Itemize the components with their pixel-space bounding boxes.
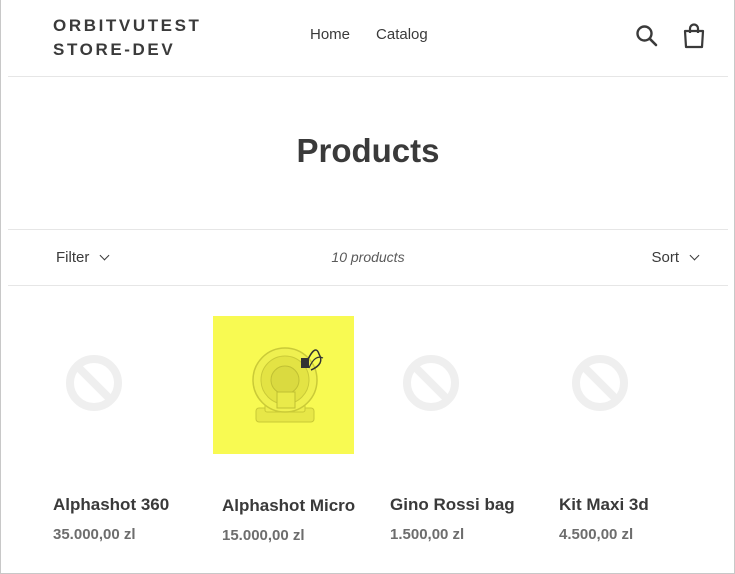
collection-header: Products (8, 77, 728, 230)
no-image-placeholder-icon (403, 355, 459, 411)
product-image[interactable] (53, 316, 195, 454)
product-price: 4.500,00 zl (559, 526, 634, 543)
sort-label: Sort (651, 249, 679, 266)
store-name-line2[interactable]: STORE-DEV (53, 38, 202, 62)
search-button[interactable] (635, 24, 659, 48)
site-header: ORBITVUTEST STORE-DEV Home Catalog (8, 0, 728, 77)
camera-device-image (252, 347, 324, 423)
product-count: 10 products (331, 249, 405, 265)
product-price: 1.500,00 zl (390, 526, 465, 543)
store-logo[interactable]: ORBITVUTEST STORE-DEV (53, 14, 202, 62)
page-title: Products (296, 132, 440, 169)
product-name[interactable]: Gino Rossi bag (390, 495, 515, 515)
nav-home-link[interactable]: Home (310, 26, 350, 43)
main-nav: Home Catalog (310, 26, 428, 43)
product-name[interactable]: Kit Maxi 3d (559, 495, 649, 515)
filter-toolbar: Filter 10 products Sort (8, 230, 728, 286)
no-image-placeholder-icon (66, 355, 122, 411)
no-image-placeholder-icon (572, 355, 628, 411)
store-name-line1[interactable]: ORBITVUTEST (53, 14, 202, 38)
product-price: 15.000,00 zl (222, 527, 305, 544)
chevron-down-icon (689, 250, 700, 261)
cart-icon (683, 23, 705, 49)
sort-dropdown[interactable]: Sort (651, 249, 700, 266)
product-price: 35.000,00 zl (53, 526, 136, 543)
product-image[interactable] (559, 316, 701, 454)
product-image[interactable] (390, 316, 532, 454)
cart-button[interactable] (682, 23, 706, 49)
product-name[interactable]: Alphashot Micro (222, 496, 355, 516)
search-icon (636, 25, 658, 47)
product-image[interactable] (213, 316, 354, 454)
nav-catalog-link[interactable]: Catalog (376, 26, 428, 43)
product-name[interactable]: Alphashot 360 (53, 495, 169, 515)
